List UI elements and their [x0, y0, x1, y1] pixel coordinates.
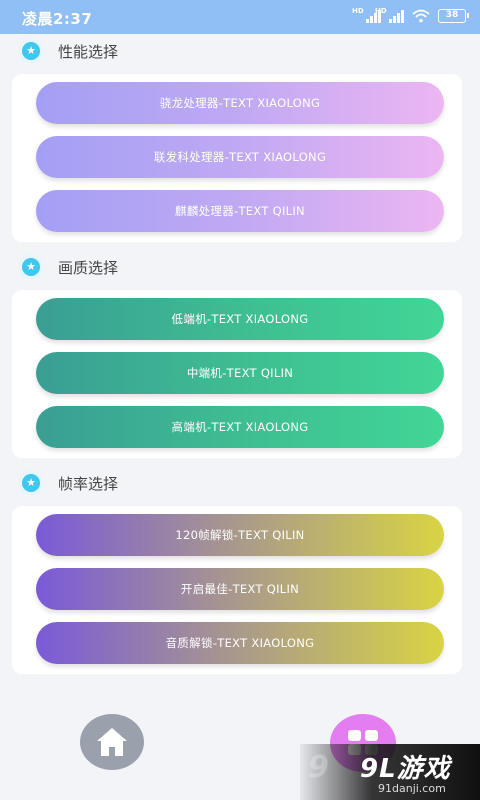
status-time: 凌晨2:37 [22, 10, 93, 28]
signal-hd-label: HD [375, 7, 387, 15]
option-button[interactable]: 开启最佳-TEXT QILIN [36, 568, 444, 610]
quality-card: 低端机-TEXT XIAOLONG 中端机-TEXT QILIN 高端机-TEX… [12, 290, 462, 458]
signal-hd-label: HD [352, 7, 364, 15]
home-icon [97, 728, 127, 756]
option-button[interactable]: 骁龙处理器-TEXT XIAOLONG [36, 82, 444, 124]
home-button[interactable] [80, 714, 144, 770]
signal-icon: HD [375, 7, 404, 23]
section-header-framerate: ★ 帧率选择 [18, 470, 118, 496]
star-icon: ★ [18, 254, 44, 280]
section-title: 帧率选择 [58, 474, 119, 493]
option-button[interactable]: 中端机-TEXT QILIN [36, 352, 444, 394]
watermark-text: 9L游戏 [360, 754, 451, 784]
option-button[interactable]: 120帧解锁-TEXT QILIN [36, 514, 444, 556]
wifi-icon [412, 9, 430, 23]
star-icon: ★ [18, 38, 44, 64]
battery-icon: 38 [438, 9, 469, 23]
framerate-card: 120帧解锁-TEXT QILIN 开启最佳-TEXT QILIN 音质解锁-T… [12, 506, 462, 674]
performance-card: 骁龙处理器-TEXT XIAOLONG 联发科处理器-TEXT XIAOLONG… [12, 74, 462, 242]
section-header-performance: ★ 性能选择 [18, 38, 118, 64]
status-icons: HD HD 38 [352, 7, 469, 23]
option-button[interactable]: 麒麟处理器-TEXT QILIN [36, 190, 444, 232]
section-title: 画质选择 [58, 258, 119, 277]
option-button[interactable]: 高端机-TEXT XIAOLONG [36, 406, 444, 448]
option-button[interactable]: 低端机-TEXT XIAOLONG [36, 298, 444, 340]
watermark-url: 91danji.com [378, 782, 446, 795]
status-bar: 凌晨2:37 HD HD 38 [0, 0, 480, 34]
section-title: 性能选择 [58, 42, 119, 61]
star-icon: ★ [18, 470, 44, 496]
option-button[interactable]: 音质解锁-TEXT XIAOLONG [36, 622, 444, 664]
section-header-quality: ★ 画质选择 [18, 254, 118, 280]
watermark-logo: 9 9L游戏 91danji.com [300, 744, 480, 800]
option-button[interactable]: 联发科处理器-TEXT XIAOLONG [36, 136, 444, 178]
